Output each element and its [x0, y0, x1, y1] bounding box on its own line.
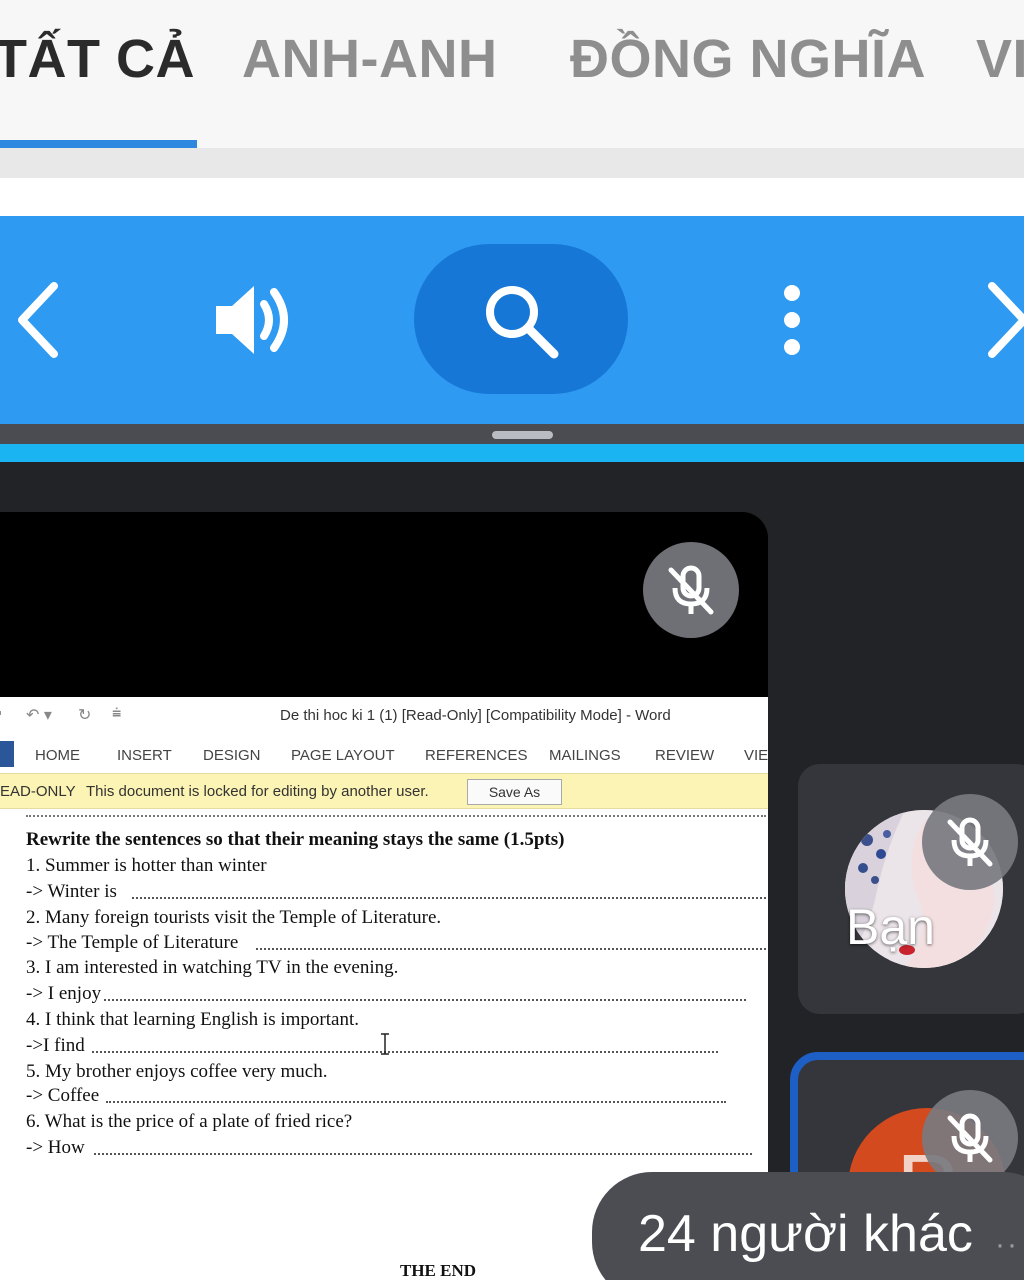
more-vertical-icon[interactable]: [770, 280, 814, 360]
answer-6: -> How: [26, 1137, 85, 1158]
tab-english-english[interactable]: ANH-ANH: [242, 28, 497, 90]
redo-icon[interactable]: ↻: [78, 705, 91, 725]
mic-off-icon: [922, 794, 1018, 890]
ribbon-tab-references[interactable]: REFERENCES: [425, 747, 528, 764]
speaker-icon[interactable]: [208, 280, 298, 360]
ribbon-tab-mailings[interactable]: MAILINGS: [549, 747, 621, 764]
forward-chevron-icon[interactable]: [984, 280, 1024, 360]
answer-2: -> The Temple of Literature: [26, 932, 239, 953]
question-6: 6. What is the price of a plate of fried…: [26, 1111, 353, 1132]
more-dots-icon: ··: [995, 1228, 1019, 1261]
screen-share-tile[interactable]: ▪ ↶ ▾ ↻ ⩧ De thi hoc ki 1 (1) [Read-Only…: [0, 512, 768, 1280]
top-dotted-rule: [26, 815, 766, 817]
save-as-button[interactable]: Save As: [467, 779, 562, 805]
customize-qat-icon[interactable]: ⩧: [112, 705, 121, 723]
save-icon[interactable]: ▪: [0, 705, 2, 723]
mic-off-icon: [643, 542, 739, 638]
answer-2-blank: [256, 948, 766, 950]
answer-5-blank: [106, 1101, 726, 1103]
other-participants-count: 24 người khác: [638, 1205, 973, 1263]
text-cursor-icon: [381, 1033, 389, 1055]
answer-1: -> Winter is: [26, 881, 117, 902]
exercise-heading: Rewrite the sentences so that their mean…: [26, 829, 565, 850]
word-title-bar: ▪ ↶ ▾ ↻ ⩧ De thi hoc ki 1 (1) [Read-Only…: [0, 697, 768, 733]
tab-synonyms[interactable]: ĐỒNG NGHĨA: [570, 28, 926, 90]
undo-icon[interactable]: ↶ ▾: [26, 705, 52, 725]
answer-4: ->I find: [26, 1035, 85, 1056]
active-tab-indicator: [0, 140, 197, 148]
dictionary-toolbar: [0, 216, 1024, 424]
answer-4-blank: [92, 1051, 718, 1053]
answer-3-blank: [104, 999, 746, 1001]
answer-6-blank: [94, 1153, 752, 1155]
ribbon-tab-review[interactable]: REVIEW: [655, 747, 714, 764]
tab-bar-divider: [0, 148, 1024, 178]
content-gap: [0, 178, 1024, 216]
search-button[interactable]: [414, 244, 628, 394]
answer-1-blank: [132, 897, 766, 899]
read-only-message: This document is locked for editing by a…: [86, 783, 429, 800]
read-only-label: EAD-ONLY: [0, 783, 76, 800]
ribbon-tab-page-layout[interactable]: PAGE LAYOUT: [291, 747, 395, 764]
question-2: 2. Many foreign tourists visit the Templ…: [26, 907, 442, 928]
self-name-label: Bạn: [846, 899, 935, 955]
word-window-title: De thi hoc ki 1 (1) [Read-Only] [Compati…: [280, 707, 671, 724]
tab-all[interactable]: TẤT CẢ: [0, 28, 195, 90]
dictionary-tab-bar: TẤT CẢ ANH-ANH ĐỒNG NGHĨA VI: [0, 0, 1024, 150]
ribbon-tab-view[interactable]: VIE: [744, 747, 768, 764]
ribbon-tab-home[interactable]: HOME: [35, 747, 80, 764]
answer-5: -> Coffee: [26, 1085, 100, 1106]
question-5: 5. My brother enjoys coffee very much.: [26, 1061, 328, 1082]
back-chevron-icon[interactable]: [0, 280, 70, 360]
split-drag-handle[interactable]: [492, 431, 553, 439]
question-4: 4. I think that learning English is impo…: [26, 1009, 359, 1030]
search-icon: [486, 286, 559, 359]
read-only-banner: EAD-ONLY This document is locked for edi…: [0, 773, 768, 809]
ribbon-tab-design[interactable]: DESIGN: [203, 747, 261, 764]
question-1: 1. Summer is hotter than winter: [26, 855, 267, 876]
answer-3: -> I enjoy: [26, 983, 102, 1004]
word-ribbon: HOME INSERT DESIGN PAGE LAYOUT REFERENCE…: [0, 733, 768, 773]
question-3: 3. I am interested in watching TV in the…: [26, 957, 399, 978]
ribbon-tab-insert[interactable]: INSERT: [117, 747, 172, 764]
file-tab[interactable]: [0, 741, 14, 767]
split-accent-line: [0, 444, 1024, 462]
the-end-text: THE END: [400, 1261, 477, 1280]
tab-vi[interactable]: VI: [976, 28, 1024, 90]
